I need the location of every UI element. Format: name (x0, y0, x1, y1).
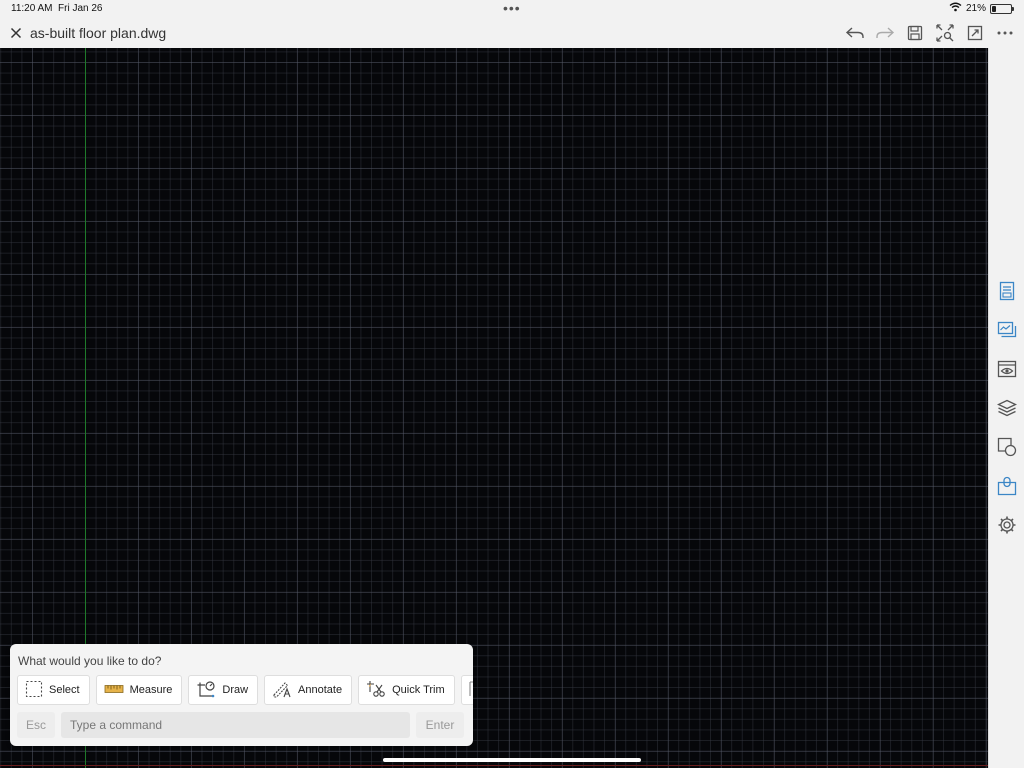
tool-row: Select Measure Draw Annotate Quick Trim (17, 675, 473, 705)
battery-fill (992, 5, 996, 12)
wifi-icon (949, 2, 962, 15)
scissors-icon (366, 680, 392, 701)
document-title: as-built floor plan.dwg (30, 25, 167, 41)
undo-icon[interactable] (842, 21, 868, 45)
save-icon[interactable] (902, 21, 928, 45)
status-indicators: 21% (949, 2, 1014, 15)
select-label: Select (49, 684, 80, 696)
clipboard-icon[interactable] (995, 474, 1019, 498)
status-date: Fri Jan 26 (58, 3, 103, 14)
redo-icon[interactable] (872, 21, 898, 45)
right-sidebar (988, 48, 1024, 768)
status-time: 11:20 AM (11, 3, 53, 14)
title-bar: as-built floor plan.dwg (0, 18, 1024, 49)
blocks-icon[interactable] (995, 435, 1019, 459)
fullscreen-icon[interactable] (962, 21, 988, 45)
quick-trim-label: Quick Trim (392, 684, 445, 696)
enter-button[interactable]: Enter (416, 712, 464, 738)
quick-trim-button[interactable]: Quick Trim (358, 675, 455, 705)
battery-icon (990, 3, 1014, 14)
layout-icon[interactable] (995, 318, 1019, 342)
more-icon[interactable] (992, 21, 1018, 45)
measure-button[interactable]: Measure (95, 675, 183, 705)
annotate-icon (272, 680, 298, 701)
settings-icon[interactable] (995, 513, 1019, 537)
annotate-button[interactable]: Annotate (264, 675, 353, 705)
close-icon[interactable] (6, 22, 26, 44)
x-axis-line (0, 765, 988, 766)
zoom-extents-icon[interactable] (932, 21, 958, 45)
multitasking-dots-icon[interactable]: ••• (503, 0, 521, 16)
esc-button[interactable]: Esc (17, 712, 55, 738)
app-root: 11:20 AM Fri Jan 26 ••• 21% as-built flo… (0, 0, 1024, 768)
draw-label: Draw (222, 684, 249, 696)
measure-label: Measure (129, 684, 173, 696)
battery-percent: 21% (965, 3, 986, 14)
home-indicator[interactable] (383, 758, 641, 762)
more-tools-button[interactable] (460, 675, 473, 705)
sheet-icon[interactable] (995, 279, 1019, 303)
select-icon (25, 680, 49, 701)
command-input[interactable] (61, 712, 410, 738)
layers-icon[interactable] (995, 396, 1019, 420)
status-bar: 11:20 AM Fri Jan 26 ••• 21% (0, 0, 1024, 18)
draw-button[interactable]: Draw (188, 675, 259, 705)
ruler-icon (104, 683, 130, 698)
title-bar-actions (842, 21, 1018, 45)
command-panel: What would you like to do? Select Measur… (10, 644, 473, 746)
command-prompt: What would you like to do? (18, 654, 162, 668)
draw-icon (196, 680, 222, 701)
select-button[interactable]: Select (17, 675, 90, 705)
command-input-row: Esc Enter (17, 712, 466, 738)
view-icon[interactable] (995, 357, 1019, 381)
annotate-label: Annotate (298, 684, 343, 696)
next-tool-icon (468, 680, 473, 701)
